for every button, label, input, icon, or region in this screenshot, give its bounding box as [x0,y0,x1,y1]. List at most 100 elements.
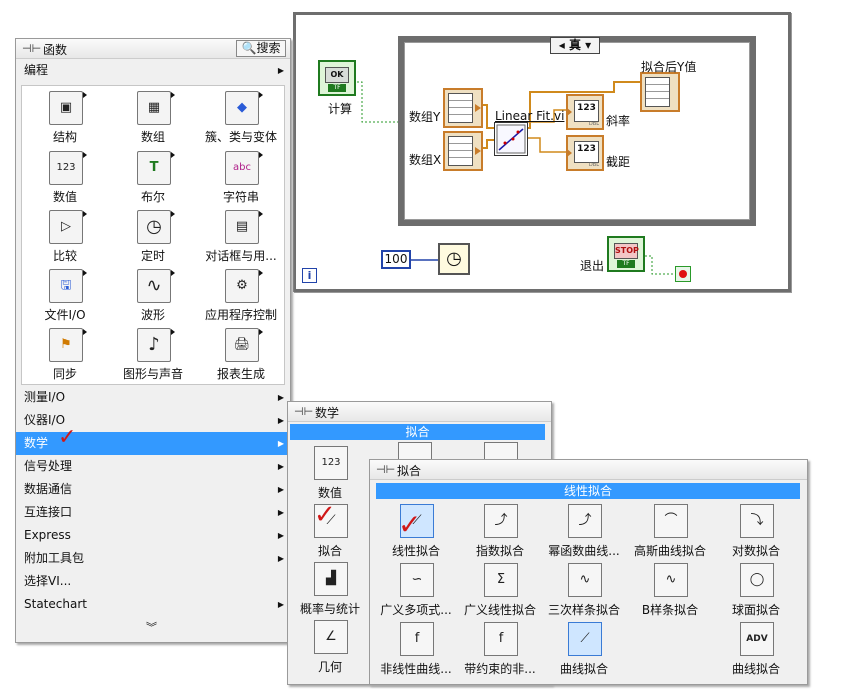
palette-item-array[interactable]: ▦ 数组 [110,88,196,146]
tf-tag: TF [328,84,346,92]
fit-item-nonlinear[interactable]: f 非线性曲线... [374,620,458,678]
category-express[interactable]: Express ▶ [16,524,290,547]
palette-item-app-control[interactable]: ⚙ 应用程序控制 [198,266,284,324]
stop-button-terminal[interactable]: STOP TF [607,236,645,272]
fitting-submenu-title: 拟合 [397,464,422,478]
intercept-indicator[interactable]: 123 DBL [566,135,604,171]
fit-item-logarithmic[interactable]: ⤵ 对数拟合 [714,502,798,560]
general-linear-fit-icon: Σ [484,563,518,597]
fitting-submenu-titlebar: ⊣⊢ 拟合 [370,460,807,480]
dialog-icon: ▤ [225,210,263,244]
slope-dbl-tag: DBL [588,121,599,127]
wait-timer-icon[interactable]: ◷ [438,243,470,275]
pin-icon[interactable]: ⊣⊢ [376,463,395,476]
cubic-spline-icon: ∿ [568,563,602,597]
category-select-vi[interactable]: 选择VI... [16,570,290,593]
comparison-icon: ▷ [49,210,87,244]
fit-item-curve-fitting[interactable]: ⟋ 曲线拟合 [542,620,626,678]
fitting-submenu-header: 线性拟合 [376,483,800,499]
fit-item-exponential[interactable]: ⤴ 指数拟合 [458,502,542,560]
constrained-fit-icon: f [484,622,518,656]
category-statechart[interactable]: Statechart ▶ [16,593,290,616]
category-data-communication[interactable]: 数据通信 ▶ [16,478,290,501]
structure-icon: ▣ [49,91,87,125]
palette-item-graphics-sound[interactable]: ♪ 图形与声音 [110,325,196,383]
math-item-numeric[interactable]: 123 数值 [288,444,372,502]
string-icon: abc [225,151,263,185]
wait-ms-constant[interactable]: 100 [381,250,411,269]
palette-item-boolean[interactable]: T 布尔 [110,148,196,206]
file-io-icon: 🖫 [49,269,87,303]
fit-item-power[interactable]: ⤴ 幂函数曲线... [542,502,626,560]
slope-numeric: 123 [574,100,599,122]
fit-item-general-linear[interactable]: Σ 广义线性拟合 [458,561,542,619]
palette-item-dialog[interactable]: ▤ 对话框与用... [198,207,284,265]
general-poly-fit-icon: ∽ [400,563,434,597]
search-button[interactable]: 🔍搜索 [236,40,286,57]
category-measurement-io[interactable]: 测量I/O ▶ [16,386,290,409]
array-x-label: 数组X [409,153,442,167]
fit-item-cubic-spline[interactable]: ∿ 三次样条拟合 [542,561,626,619]
numeric-icon: 123 [49,151,87,185]
palette-item-report[interactable]: 🖨 报表生成 [198,325,284,383]
loop-condition-terminal[interactable] [675,266,691,282]
palette-item-waveform[interactable]: ∿ 波形 [110,266,196,324]
fit-item-advanced-curve[interactable]: ADV 曲线拟合 [714,620,798,678]
math-item-probability[interactable]: ▟ 概率与统计 [288,560,372,618]
array-icon: ▦ [137,91,175,125]
slope-indicator[interactable]: 123 DBL [566,94,604,130]
log-fit-icon: ⤵ [740,504,774,538]
vi-name-label: Linear Fit.vi [495,109,565,123]
palette-item-file-io[interactable]: 🖫 文件I/O [22,266,108,324]
checkmark-annotation: ✓ [314,500,336,530]
palette-item-structure[interactable]: ▣ 结构 [22,88,108,146]
fit-item-constrained-nonlinear[interactable]: f 带约束的非... [458,620,542,678]
fitted-y-indicator[interactable] [640,72,680,112]
ok-label: OK [325,67,349,83]
waveform-icon: ∿ [137,269,175,303]
compute-label: 计算 [328,102,353,116]
category-signal-processing[interactable]: 信号处理 ▶ [16,455,290,478]
pin-icon[interactable]: ⊣⊢ [294,405,313,418]
palette-item-numeric[interactable]: 123 数值 [22,148,108,206]
fit-item-general-poly[interactable]: ∽ 广义多项式... [374,561,458,619]
more-chevron-icon[interactable]: ︾ [146,619,157,635]
exit-label: 退出 [580,259,605,273]
category-addons[interactable]: 附加工具包 ▶ [16,547,290,570]
math-submenu-titlebar: ⊣⊢ 数学 [288,402,551,422]
functions-palette[interactable]: ⊣⊢ 函数 🔍搜索 编程 ▶ ▣ 结构 ▦ 数组 ◆ 簇、类与变体 123 数值 T 布尔 … [15,38,291,643]
b-spline-icon: ∿ [654,563,688,597]
programming-icons: ▣ 结构 ▦ 数组 ◆ 簇、类与变体 123 数值 T 布尔 abc 字符串 ▷ 比较 ◷ 定时… [21,85,285,385]
palette-item-cluster[interactable]: ◆ 簇、类与变体 [198,88,284,146]
sphere-fit-icon: ◯ [740,563,774,597]
intercept-numeric: 123 [574,141,599,163]
intercept-dbl-tag: DBL [588,162,599,168]
stop-tf-tag: TF [617,260,635,268]
category-connectivity[interactable]: 互连接口 ▶ [16,501,290,524]
palette-item-string[interactable]: abc 字符串 [198,148,284,206]
array-y-constant[interactable] [443,88,483,128]
array-x-constant[interactable] [443,131,483,171]
timing-icon: ◷ [137,210,175,244]
ok-button-terminal[interactable]: OK TF [318,60,356,96]
palette-item-comparison[interactable]: ▷ 比较 [22,207,108,265]
sync-icon: ⚑ [49,328,87,362]
pin-icon[interactable]: ⊣⊢ [22,42,41,55]
math-submenu-title: 数学 [315,406,340,420]
fit-item-spherical[interactable]: ◯ 球面拟合 [714,561,798,619]
iteration-terminal[interactable]: i [302,268,317,283]
category-programming-label: 编程 [24,63,49,77]
math-item-geometry[interactable]: ∠ 几何 [288,618,372,676]
palette-item-sync[interactable]: ⚑ 同步 [22,325,108,383]
fit-item-gaussian[interactable]: ⌒ 高斯曲线拟合 [628,502,712,560]
linear-fit-vi[interactable] [494,122,528,156]
math-submenu-header: 拟合 [290,424,545,440]
category-programming[interactable]: 编程 ▶ [16,59,290,82]
slope-label: 斜率 [606,114,631,128]
palette-item-timing[interactable]: ◷ 定时 [110,207,196,265]
fitting-submenu[interactable]: ⊣⊢ 拟合 线性拟合 ⟋ 线性拟合 ⤴ 指数拟合 ⤴ 幂函数曲线... ⌒ 高斯曲线拟合… [369,459,808,685]
exponential-fit-icon: ⤴ [484,504,518,538]
linear-fit-icon [496,124,526,154]
fit-item-b-spline[interactable]: ∿ B样条拟合 [628,561,712,619]
app-control-icon: ⚙ [225,269,263,303]
